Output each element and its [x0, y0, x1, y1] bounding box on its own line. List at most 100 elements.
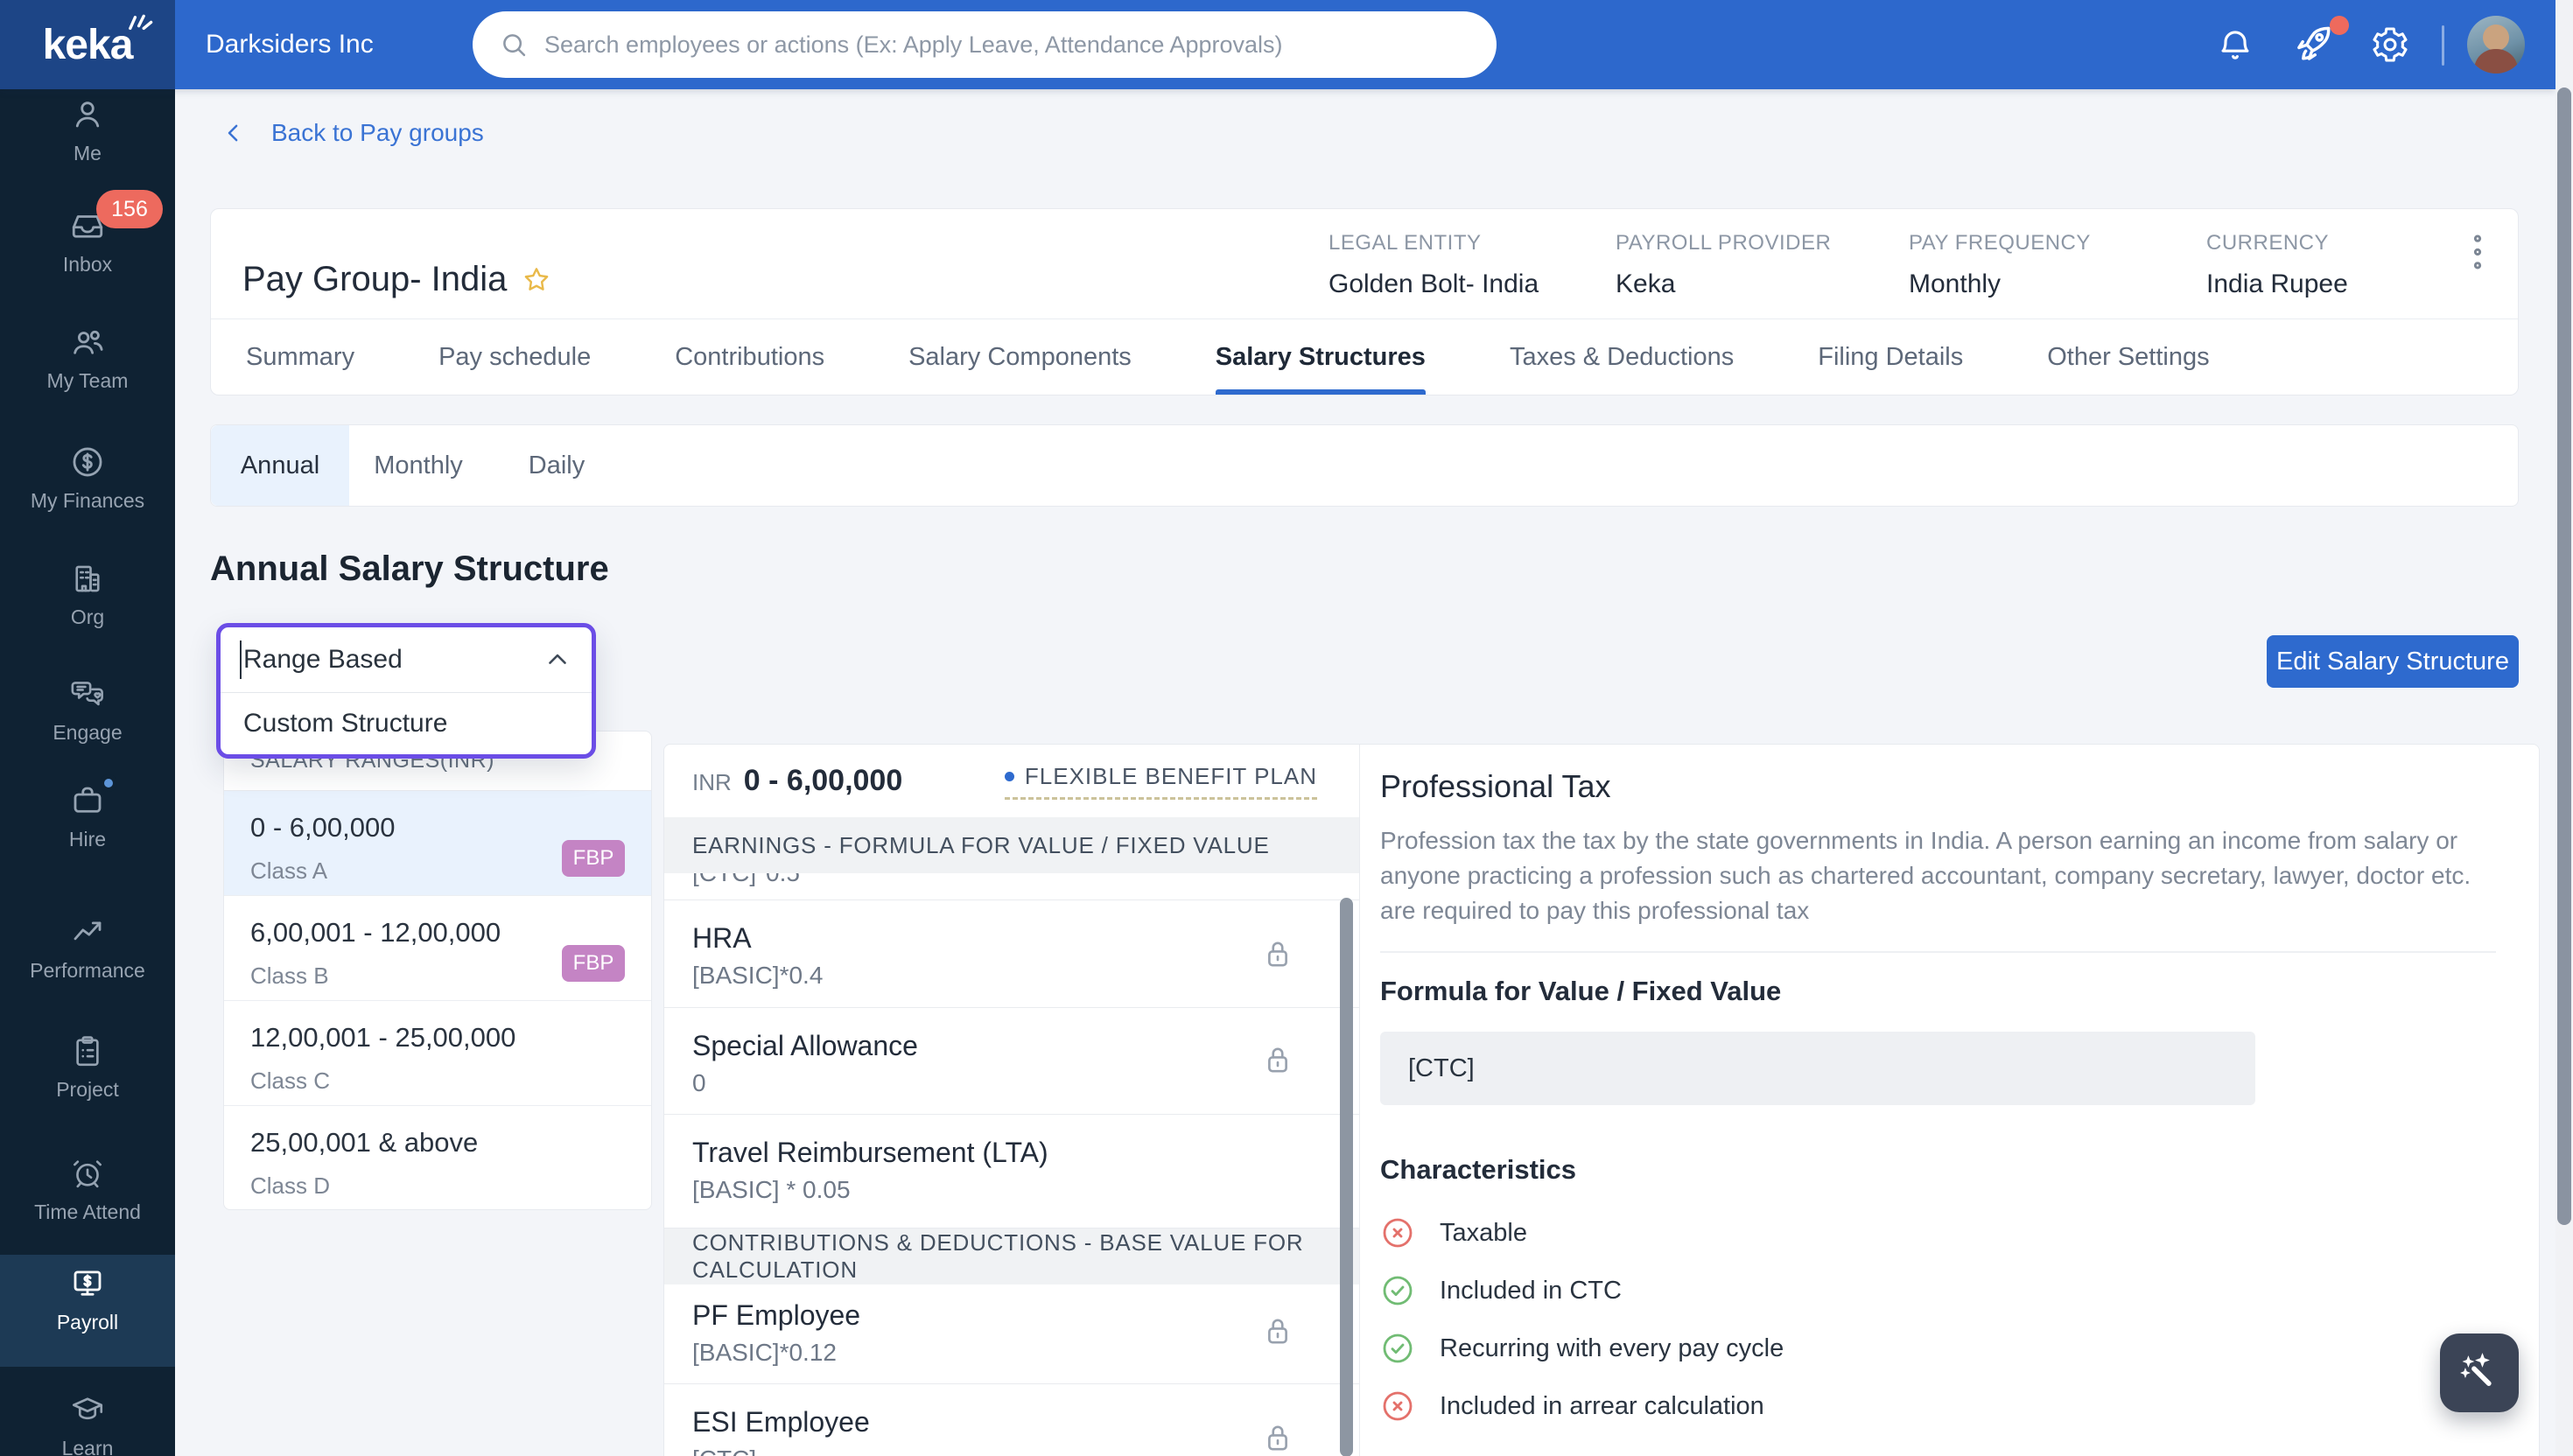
- characteristic-taxable: Taxable: [1380, 1215, 2539, 1250]
- formula-value-box: [CTC]: [1380, 1032, 2255, 1105]
- edit-salary-structure-button[interactable]: Edit Salary Structure: [2267, 635, 2519, 688]
- range-label: 0 - 6,00,000: [743, 764, 903, 797]
- components-scrollbar-thumb[interactable]: [1340, 898, 1353, 1456]
- formula-label: Formula for Value / Fixed Value: [1380, 976, 1782, 1006]
- sidebar-item-learn[interactable]: Learn: [0, 1391, 175, 1456]
- component-row-esi-employee[interactable]: ESI Employee [CTC]: [664, 1384, 1359, 1456]
- page-scrollbar-track[interactable]: [2555, 0, 2573, 1456]
- period-subtabs: Annual Monthly Daily: [210, 424, 2519, 507]
- keka-logo[interactable]: keka: [0, 0, 175, 89]
- fbp-badge: FBP: [562, 840, 625, 877]
- circle-x-icon: [1383, 1218, 1413, 1248]
- component-row-travel-reimbursement[interactable]: Travel Reimbursement (LTA) [BASIC] * 0.0…: [664, 1115, 1359, 1228]
- kebab-menu-icon[interactable]: [2465, 227, 2490, 282]
- component-row-pf-employee[interactable]: PF Employee [BASIC]*0.12: [664, 1284, 1359, 1384]
- currency-label: INR: [692, 769, 732, 795]
- sidebar-item-performance[interactable]: Performance: [0, 914, 175, 983]
- sidebar-item-inbox[interactable]: 156 Inbox: [0, 190, 175, 276]
- sidebar-item-project[interactable]: Project: [0, 1032, 175, 1102]
- component-row-hra[interactable]: HRA [BASIC]*0.4: [664, 900, 1359, 1008]
- component-detail-title: Professional Tax: [1380, 768, 1611, 804]
- fbp-dot-icon: [1004, 771, 1014, 781]
- subtab-daily[interactable]: Daily: [487, 425, 626, 506]
- pay-group-tabs: Summary Pay schedule Contributions Salar…: [211, 318, 2518, 395]
- meta-payroll-provider: PAYROLL PROVIDER Keka: [1616, 231, 1832, 298]
- page-title: Pay Group- India: [242, 260, 552, 299]
- tab-summary[interactable]: Summary: [246, 319, 354, 395]
- company-name: Darksiders Inc: [206, 30, 374, 59]
- bell-icon: [2221, 31, 2249, 60]
- user-avatar[interactable]: [2467, 16, 2525, 74]
- team-icon: [74, 330, 103, 354]
- section-title: Annual Salary Structure: [210, 550, 609, 588]
- back-to-pay-groups-link[interactable]: Back to Pay groups: [221, 119, 484, 147]
- payroll-icon: [74, 1270, 102, 1296]
- circle-x-icon: [1383, 1391, 1413, 1421]
- search-icon: [503, 34, 526, 57]
- sidebar-item-hire[interactable]: Hire: [0, 774, 175, 851]
- salary-range-row[interactable]: 6,00,001 - 12,00,000 Class B FBP: [224, 896, 651, 1001]
- subtab-annual[interactable]: Annual: [211, 425, 349, 506]
- components-panel: INR 0 - 6,00,000 FLEXIBLE BENEFIT PLAN E…: [664, 745, 1360, 1456]
- flexible-benefit-plan-link[interactable]: FLEXIBLE BENEFIT PLAN: [1004, 763, 1317, 800]
- salary-range-row[interactable]: 25,00,001 & above Class D: [224, 1106, 651, 1211]
- settings-button[interactable]: [2370, 0, 2410, 89]
- tab-salary-structures[interactable]: Salary Structures: [1215, 319, 1427, 395]
- tab-pay-schedule[interactable]: Pay schedule: [438, 319, 591, 395]
- notifications-button[interactable]: [2216, 0, 2254, 89]
- me-icon: [75, 102, 100, 128]
- sidebar-nav: Me 156 Inbox My Team My Finances Org Eng…: [0, 89, 175, 1456]
- navbar-divider: [2442, 25, 2444, 66]
- tab-filing-details[interactable]: Filing Details: [1818, 319, 1963, 395]
- component-row-special-allowance[interactable]: Special Allowance 0: [664, 1008, 1359, 1115]
- sidebar-item-my-team[interactable]: My Team: [0, 324, 175, 393]
- sidebar-item-org[interactable]: Org: [0, 560, 175, 629]
- time-attend-icon: [73, 1160, 102, 1188]
- sidebar-item-me[interactable]: Me: [0, 96, 175, 165]
- page-scrollbar-thumb[interactable]: [2557, 88, 2571, 1225]
- characteristics-label: Characteristics: [1380, 1154, 1577, 1185]
- clipped-component-row: [CTC]*0.5: [664, 873, 1359, 900]
- org-icon: [75, 565, 100, 592]
- meta-currency: CURRENCY India Rupee: [2206, 231, 2348, 298]
- favorite-star-icon[interactable]: [521, 264, 552, 296]
- tab-other-settings[interactable]: Other Settings: [2047, 319, 2209, 395]
- meta-pay-frequency: PAY FREQUENCY Monthly: [1909, 231, 2091, 298]
- magic-wand-icon: [2460, 1353, 2492, 1386]
- fbp-badge: FBP: [562, 945, 625, 982]
- details-divider: [1380, 951, 2496, 953]
- salary-range-row[interactable]: 12,00,001 - 25,00,000 Class C: [224, 1001, 651, 1106]
- ai-assistant-button[interactable]: [2440, 1334, 2519, 1412]
- tab-salary-components[interactable]: Salary Components: [908, 319, 1132, 395]
- salary-range-row[interactable]: 0 - 6,00,000 Class A FBP: [224, 791, 651, 896]
- components-header: INR 0 - 6,00,000 FLEXIBLE BENEFIT PLAN: [664, 745, 1359, 817]
- subtab-monthly[interactable]: Monthly: [349, 425, 487, 506]
- keka-logo-text: keka: [42, 21, 134, 68]
- engage-icon: [71, 682, 103, 706]
- structure-type-input[interactable]: Range Based: [221, 627, 592, 692]
- characteristic-included-in-ctc: Included in CTC: [1380, 1273, 2539, 1308]
- hire-status-dot: [100, 774, 117, 792]
- sidebar-item-time-attend[interactable]: Time Attend: [0, 1155, 175, 1224]
- whats-new-button[interactable]: [2289, 0, 2349, 89]
- learn-icon: [72, 1397, 103, 1420]
- search-input[interactable]: [544, 31, 1470, 59]
- rocket-notification-dot: [2330, 16, 2349, 35]
- global-search[interactable]: [473, 11, 1497, 78]
- dropdown-option-custom-structure[interactable]: Custom Structure: [221, 693, 592, 754]
- sidebar-item-engage[interactable]: Engage: [0, 676, 175, 745]
- structure-type-dropdown: Range Based Custom Structure: [216, 623, 596, 759]
- characteristic-recurring: Recurring with every pay cycle: [1380, 1331, 2539, 1366]
- inbox-count-badge: 156: [96, 190, 163, 228]
- tab-contributions[interactable]: Contributions: [675, 319, 824, 395]
- text-caret: [240, 640, 242, 679]
- sidebar-item-payroll[interactable]: Payroll: [0, 1265, 175, 1334]
- lock-icon: [1268, 1425, 1287, 1451]
- chevron-up-icon[interactable]: [543, 645, 572, 675]
- tab-taxes-deductions[interactable]: Taxes & Deductions: [1510, 319, 1734, 395]
- lock-icon: [1268, 1319, 1287, 1344]
- gear-icon: [2373, 27, 2408, 62]
- component-details-panel: Professional Tax Profession tax the tax …: [1361, 745, 2539, 1456]
- circle-check-icon: [1383, 1334, 1413, 1363]
- sidebar-item-my-finances[interactable]: My Finances: [0, 444, 175, 513]
